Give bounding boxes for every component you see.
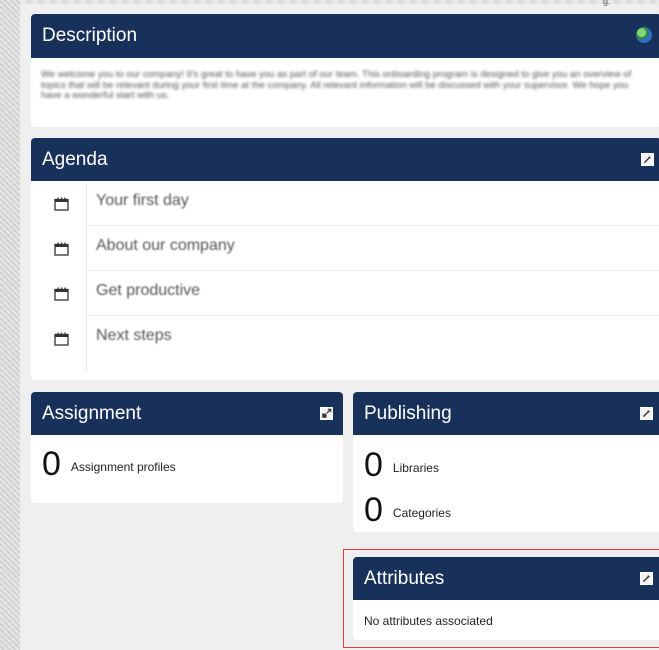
description-title: Description	[42, 25, 138, 46]
calendar-icon	[54, 197, 69, 211]
calendar-icon	[54, 332, 69, 346]
assignment-title: Assignment	[42, 402, 142, 424]
agenda-item-next-steps[interactable]: Next steps	[31, 316, 659, 361]
categories-count: 0	[364, 491, 383, 529]
assignment-profiles-label: Assignment profiles	[70, 460, 176, 474]
assignment-panel: Assignment 0 Assignment profiles	[31, 392, 343, 503]
assignment-profiles-stat[interactable]: 0 Assignment profiles	[42, 447, 176, 481]
agenda-item-label[interactable]: Get productive	[96, 282, 200, 300]
description-text: We welcome you to our company! It's grea…	[41, 69, 632, 101]
agenda-item-label[interactable]: About our company	[96, 237, 235, 255]
libraries-count: 0	[364, 446, 383, 484]
agenda-list: Your first day About our company Get pro…	[31, 181, 659, 361]
calendar-icon	[54, 242, 69, 256]
agenda-item-get-productive[interactable]: Get productive	[31, 271, 659, 316]
categories-label: Categories	[392, 506, 451, 520]
agenda-panel: Agenda Your first day About our company …	[31, 138, 659, 380]
attributes-empty-text: No attributes associated	[364, 614, 493, 628]
left-background-strip	[0, 0, 20, 650]
attributes-header: Attributes	[353, 557, 659, 600]
categories-stat[interactable]: 0 Categories	[364, 493, 451, 527]
agenda-item-about-company[interactable]: About our company	[31, 226, 659, 271]
edit-icon[interactable]	[640, 571, 653, 585]
agenda-header: Agenda	[31, 138, 659, 181]
publishing-title: Publishing	[364, 402, 452, 424]
description-header: Description	[31, 14, 659, 58]
top-background-strip	[20, 0, 659, 4]
globe-icon[interactable]	[636, 27, 652, 43]
attributes-title: Attributes	[364, 567, 445, 589]
agenda-item-label[interactable]: Next steps	[96, 327, 172, 345]
description-panel: Description We welcome you to our compan…	[31, 14, 659, 127]
libraries-label: Libraries	[392, 461, 439, 475]
publishing-header: Publishing	[353, 392, 659, 435]
assignment-header: Assignment	[31, 392, 343, 435]
attributes-panel: Attributes No attributes associated	[353, 557, 659, 640]
assignment-profiles-count: 0	[42, 445, 61, 483]
top-corner-text: g.	[603, 0, 611, 6]
expand-icon[interactable]	[320, 406, 333, 420]
agenda-item-label[interactable]: Your first day	[96, 192, 189, 210]
agenda-item-first-day[interactable]: Your first day	[31, 181, 659, 226]
libraries-stat[interactable]: 0 Libraries	[364, 448, 439, 482]
edit-icon[interactable]	[641, 152, 654, 166]
agenda-title: Agenda	[42, 148, 108, 170]
edit-icon[interactable]	[640, 406, 653, 420]
publishing-panel: Publishing 0 Libraries 0 Categories	[353, 392, 659, 532]
calendar-icon	[54, 287, 69, 301]
